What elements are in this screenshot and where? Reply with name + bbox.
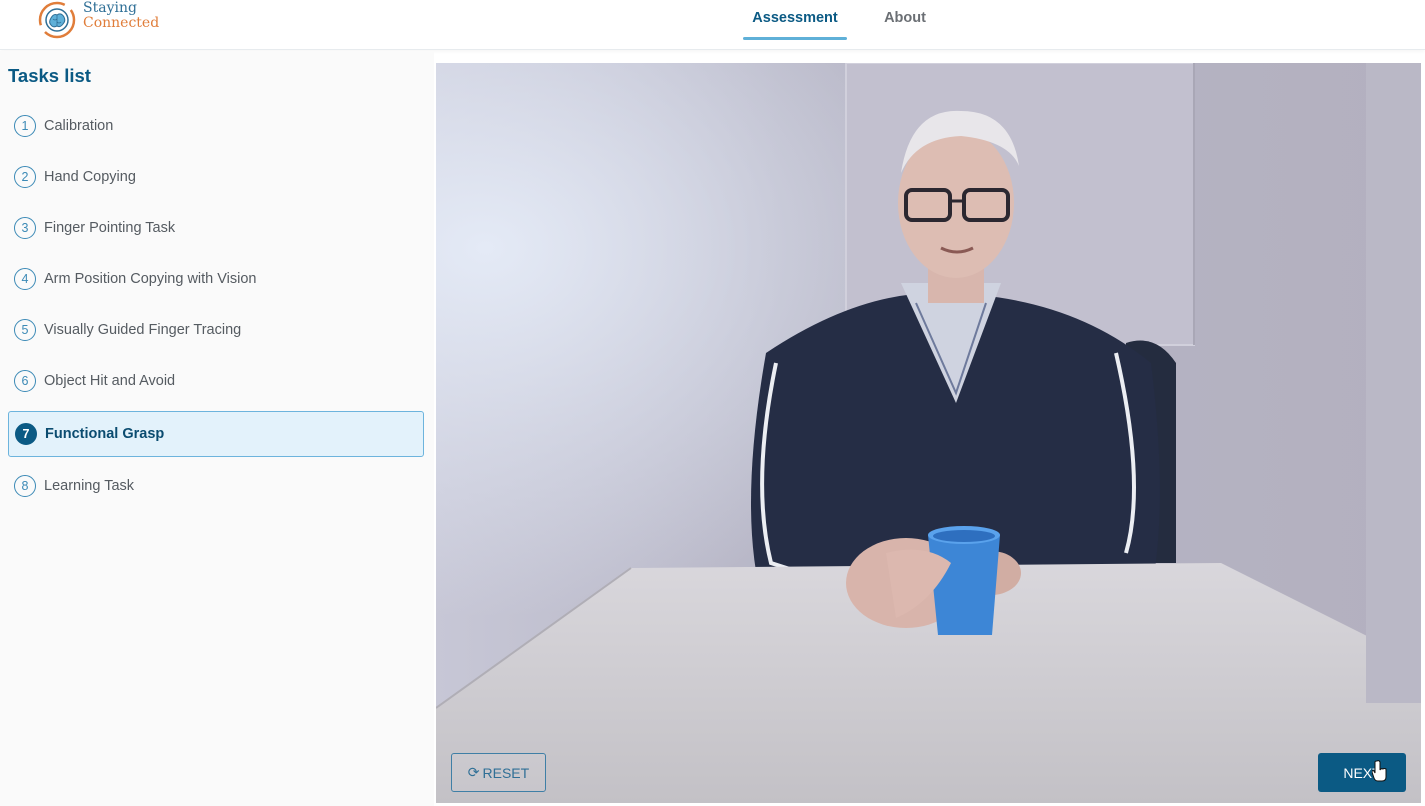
task-item-calibration[interactable]: 1 Calibration [8,103,424,148]
tasks-list-title: Tasks list [8,65,91,86]
video-feed [436,63,1421,803]
top-navigation-bar: Staying Connected Assessment About [0,0,1425,50]
task-label: Functional Grasp [45,426,165,442]
tab-assessment-label: Assessment [752,10,838,26]
refresh-icon: ⟳ [467,764,480,780]
task-item-object-hit-avoid[interactable]: 6 Object Hit and Avoid [8,358,424,403]
tab-assessment[interactable]: Assessment [743,10,847,40]
task-label: Hand Copying [44,168,136,185]
task-label: Calibration [44,117,114,134]
task-label: Visually Guided Finger Tracing [44,321,242,338]
task-number-badge: 2 [14,165,36,188]
task-item-learning-task[interactable]: 8 Learning Task [8,463,424,508]
task-number-badge: 1 [14,114,36,137]
logo-text-line1: Staying [83,0,137,16]
brain-hands-logo-icon [38,1,76,39]
video-feed-icon [436,63,1421,803]
tab-about[interactable]: About [870,10,940,40]
task-label: Finger Pointing Task [44,219,176,236]
task-number-badge: 4 [14,267,36,290]
task-label: Learning Task [44,477,135,494]
task-label: Arm Position Copying with Vision [44,270,257,287]
hand-pointer-cursor-icon [1372,760,1387,782]
task-number-badge: 3 [14,216,36,239]
task-label: Object Hit and Avoid [44,372,176,389]
next-button[interactable]: NEXT [1318,753,1406,792]
task-number-badge: 6 [14,369,36,392]
task-item-hand-copying[interactable]: 2 Hand Copying [8,154,424,199]
task-item-finger-pointing[interactable]: 3 Finger Pointing Task [8,205,424,250]
tab-about-label: About [884,10,926,26]
task-item-arm-position-copying[interactable]: 4 Arm Position Copying with Vision [8,256,424,301]
reset-button[interactable]: ⟳ RESET [451,753,546,792]
app-logo[interactable]: Staying Connected [38,1,168,41]
task-item-functional-grasp[interactable]: 7 Functional Grasp [8,411,424,457]
reset-button-label: RESET [482,764,530,781]
task-number-badge: 5 [14,318,36,341]
task-item-finger-tracing[interactable]: 5 Visually Guided Finger Tracing [8,307,424,352]
task-number-badge: 8 [14,474,36,497]
logo-text-line2: Connected [83,15,160,31]
task-number-badge: 7 [15,423,37,445]
app-logo-text: Staying Connected [83,1,159,31]
tasks-sidebar: Tasks list 1 Calibration 2 Hand Copying … [0,51,434,806]
